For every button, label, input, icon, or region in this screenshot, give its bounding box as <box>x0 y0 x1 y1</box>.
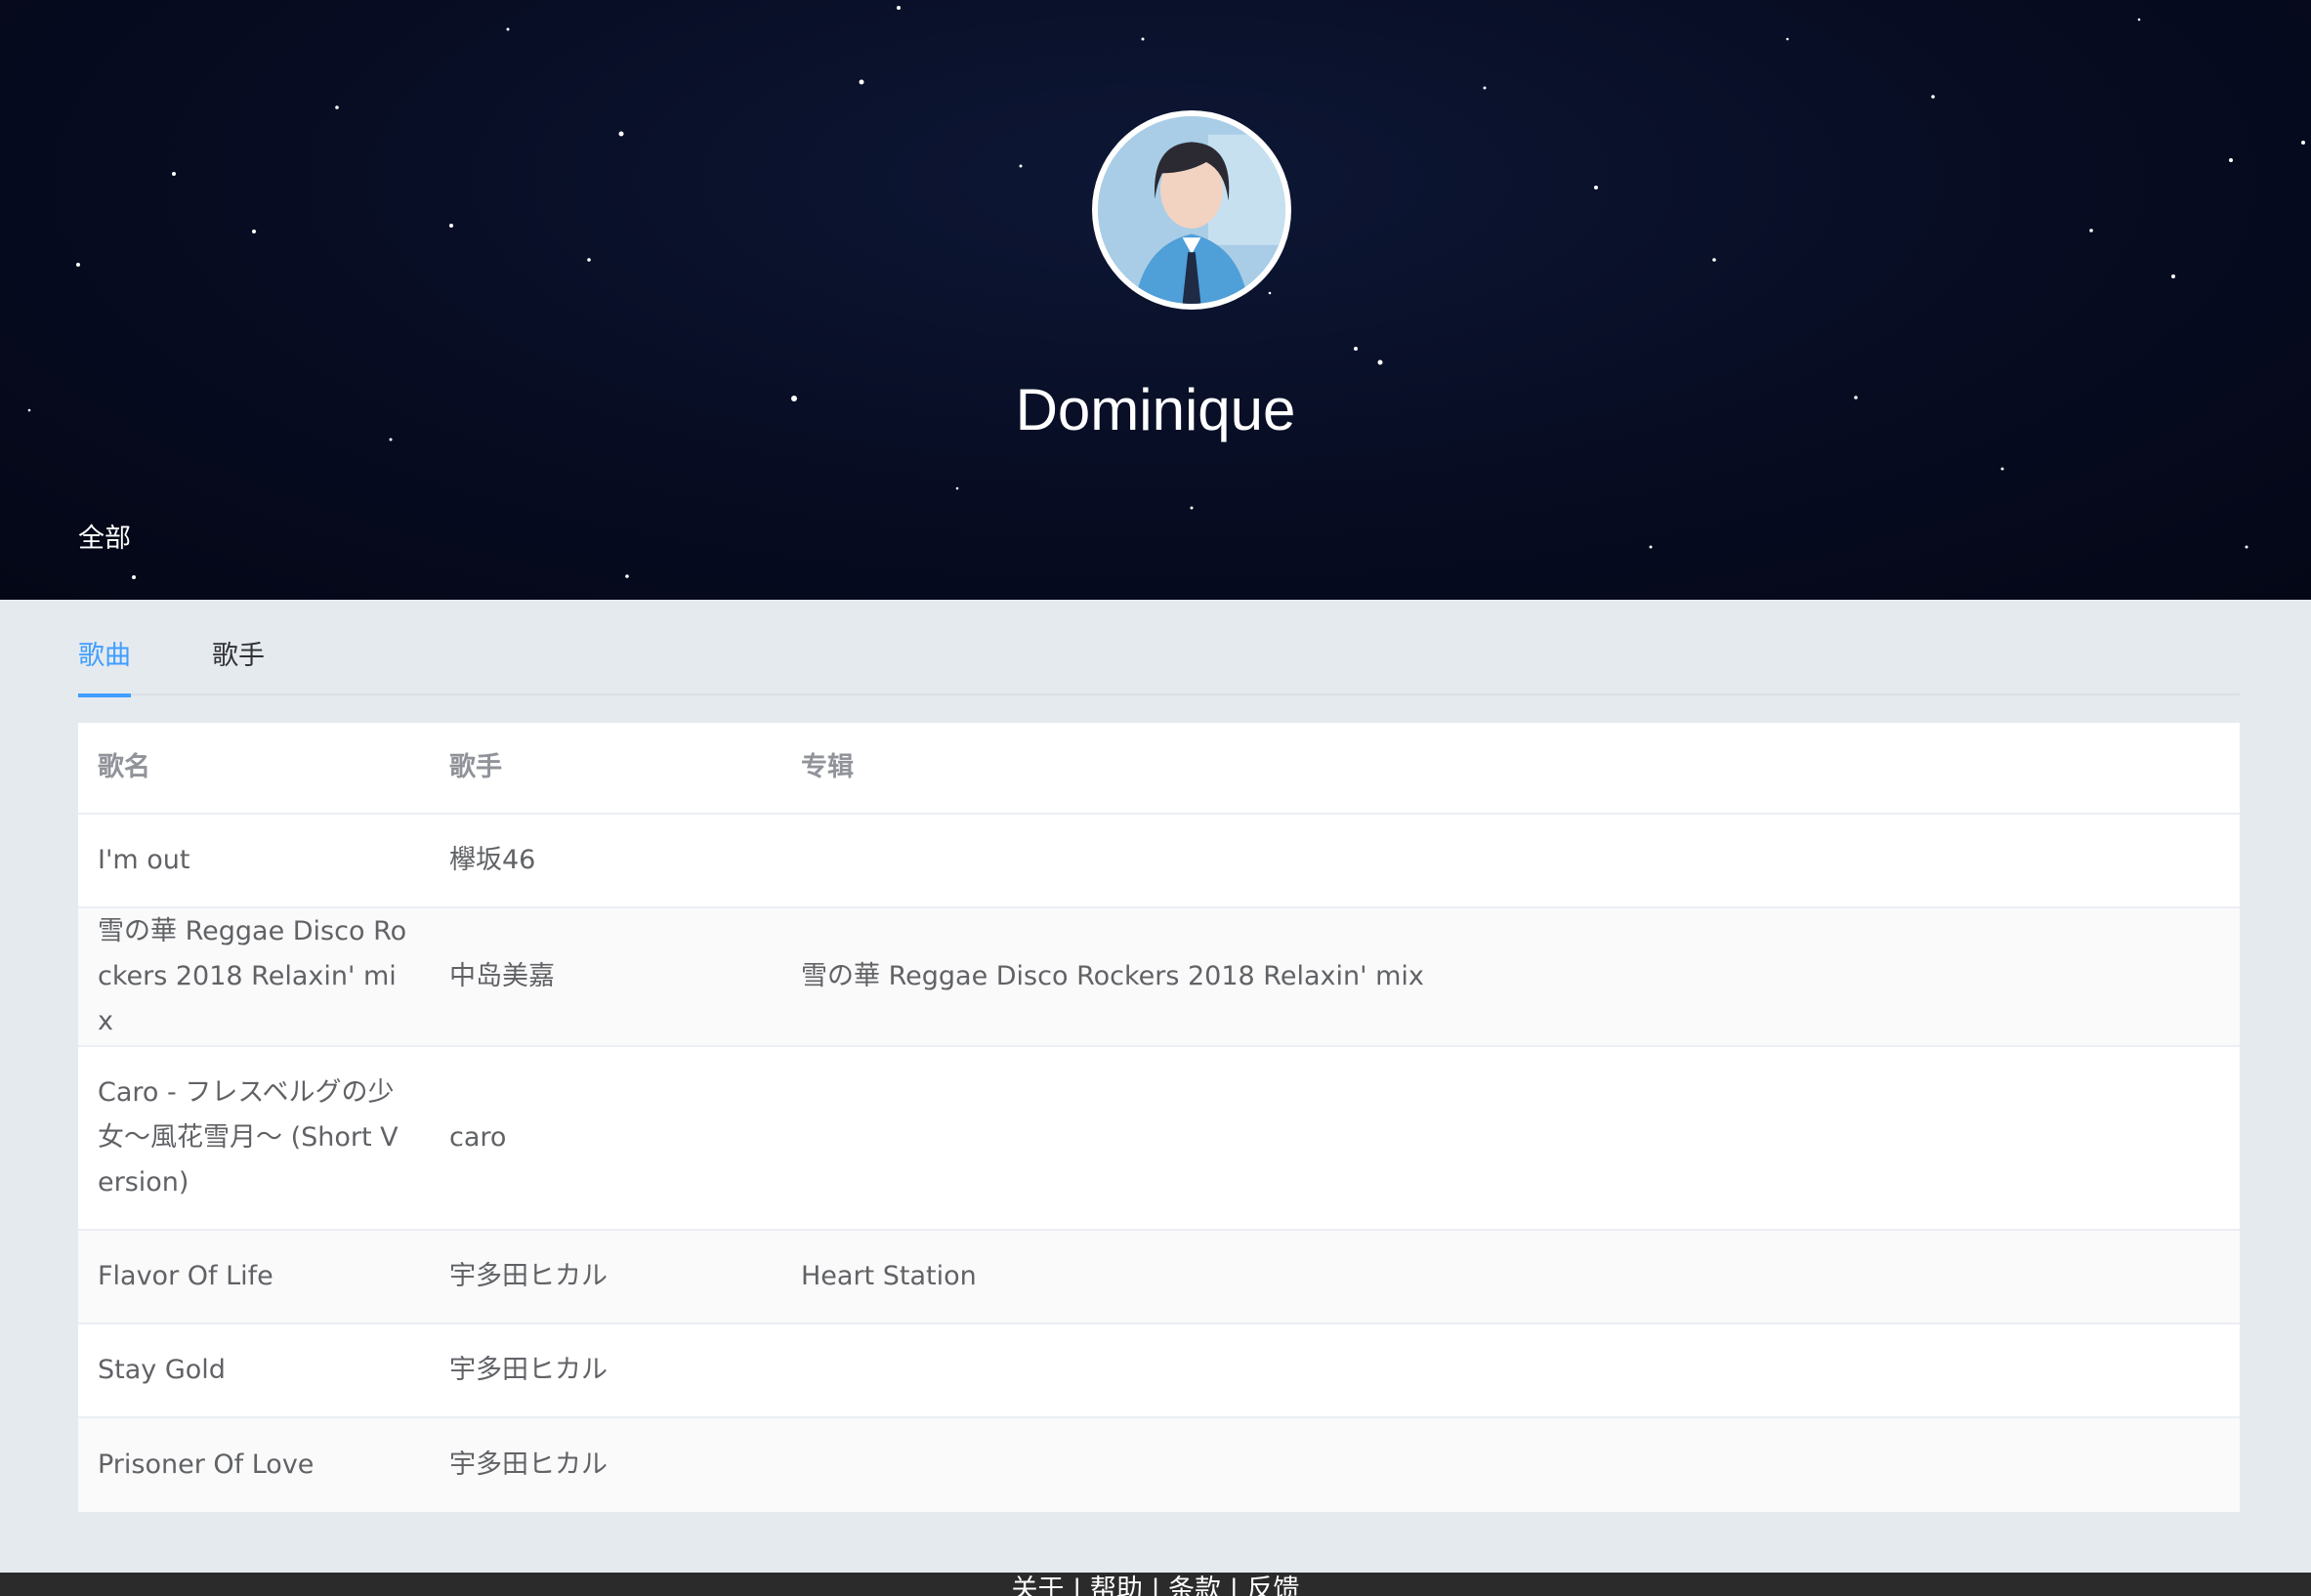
footer-link-about[interactable]: 关于 <box>1012 1575 1065 1596</box>
table-header-row: 歌名 歌手 专辑 <box>78 723 2240 815</box>
song-singer[interactable]: 宇多田ヒカル <box>430 1348 781 1393</box>
footer-link-terms[interactable]: 条款 <box>1168 1575 1221 1596</box>
song-title[interactable]: Stay Gold <box>78 1348 430 1393</box>
song-title[interactable]: Caro - フレスベルグの少女〜風花雪月〜 (Short Version) <box>78 1071 430 1205</box>
song-title[interactable]: I'm out <box>78 838 430 883</box>
site-footer: 关于 | 帮助 | 条款 | 反馈 <box>0 1573 2311 1596</box>
table-row[interactable]: Stay Gold 宇多田ヒカル <box>78 1324 2240 1418</box>
table-row[interactable]: Flavor Of Life 宇多田ヒカル Heart Station <box>78 1231 2240 1324</box>
table-row[interactable]: Prisoner Of Love 宇多田ヒカル <box>78 1418 2240 1512</box>
song-album[interactable]: 雪の華 Reggae Disco Rockers 2018 Relaxin' m… <box>781 954 2240 999</box>
footer-separator: | <box>1229 1575 1239 1596</box>
column-header-album[interactable]: 专辑 <box>781 745 2240 790</box>
content-tabs: 歌曲 歌手 <box>78 625 2240 697</box>
tab-songs[interactable]: 歌曲 <box>78 625 131 697</box>
song-table: 歌名 歌手 专辑 I'm out 欅坂46 雪の華 Reggae Disco R… <box>78 723 2240 1512</box>
song-title[interactable]: 雪の華 Reggae Disco Rockers 2018 Relaxin' m… <box>78 909 430 1044</box>
footer-link-help[interactable]: 帮助 <box>1090 1575 1143 1596</box>
table-row[interactable]: I'm out 欅坂46 <box>78 815 2240 908</box>
song-album[interactable]: Heart Station <box>781 1254 2240 1299</box>
column-header-title[interactable]: 歌名 <box>78 745 430 790</box>
song-singer[interactable]: 宇多田ヒカル <box>430 1254 781 1299</box>
song-title[interactable]: Flavor Of Life <box>78 1254 430 1299</box>
footer-link-feedback[interactable]: 反馈 <box>1246 1575 1299 1596</box>
song-singer[interactable]: 欅坂46 <box>430 838 781 883</box>
avatar-image <box>1098 116 1285 304</box>
profile-banner: Dominique 全部 <box>0 0 2311 600</box>
avatar[interactable] <box>1092 110 1291 310</box>
profile-username: Dominique <box>1015 377 1296 442</box>
song-singer[interactable]: 宇多田ヒカル <box>430 1443 781 1488</box>
footer-separator: | <box>1072 1575 1082 1596</box>
column-header-singer[interactable]: 歌手 <box>430 745 781 790</box>
footer-separator: | <box>1151 1575 1160 1596</box>
song-title[interactable]: Prisoner Of Love <box>78 1443 430 1488</box>
tab-singers[interactable]: 歌手 <box>212 625 265 695</box>
song-singer[interactable]: caro <box>430 1115 781 1160</box>
footer-links: 关于 | 帮助 | 条款 | 反馈 <box>0 1573 2311 1596</box>
song-singer[interactable]: 中岛美嘉 <box>430 954 781 999</box>
all-filter-link[interactable]: 全部 <box>78 520 131 559</box>
table-row[interactable]: 雪の華 Reggae Disco Rockers 2018 Relaxin' m… <box>78 908 2240 1047</box>
table-row[interactable]: Caro - フレスベルグの少女〜風花雪月〜 (Short Version) c… <box>78 1047 2240 1231</box>
